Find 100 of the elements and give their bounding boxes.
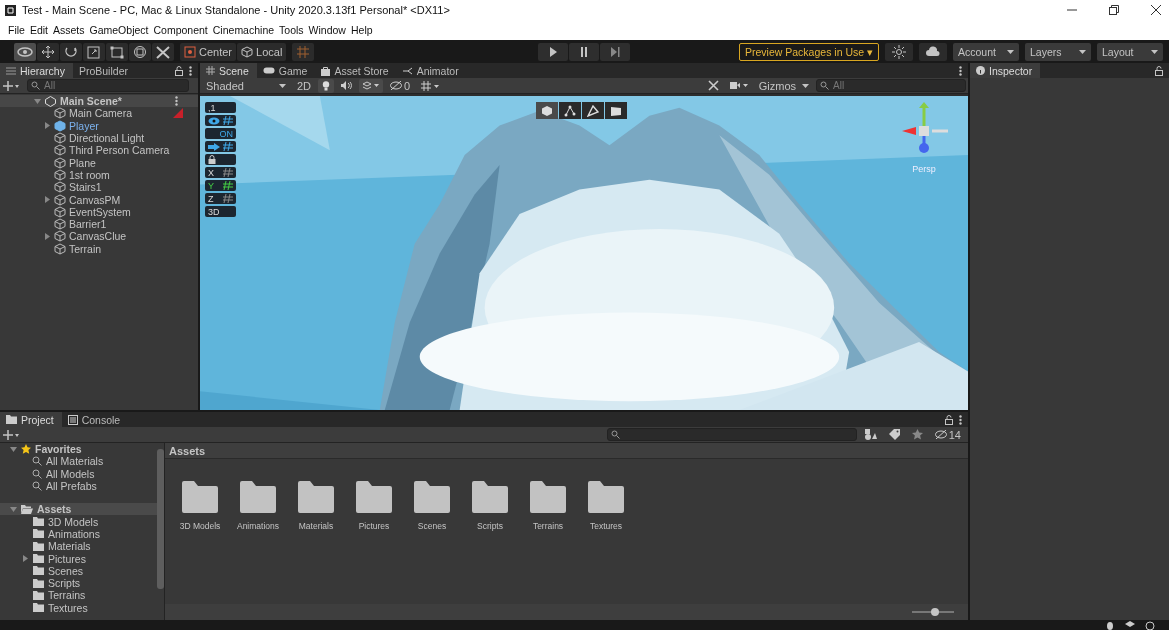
folder-item[interactable]: Scripts	[48, 577, 81, 590]
hierarchy-item[interactable]: CanvasPM	[69, 193, 121, 206]
folder-item[interactable]: Materials	[48, 540, 91, 553]
collapsed-arrow-icon[interactable]	[22, 555, 29, 562]
prefab-item[interactable]: Player	[69, 119, 99, 132]
lighting-button[interactable]	[318, 78, 335, 93]
pivot-button[interactable]: Center	[180, 42, 237, 61]
menu-item[interactable]: Help	[350, 24, 373, 36]
panel-tab[interactable]: ProBuilder	[72, 63, 136, 78]
menu-item[interactable]: Cinemachine	[212, 24, 275, 36]
edge-mode-button[interactable]	[582, 102, 604, 119]
overlay-axis-button[interactable]: Y	[205, 180, 236, 191]
more-icon[interactable]	[189, 65, 192, 76]
hierarchy-item[interactable]: Plane	[69, 156, 96, 169]
folder-item[interactable]: Pictures	[48, 552, 86, 565]
assets-row[interactable]: Assets	[0, 503, 157, 516]
scale-tool-button[interactable]	[83, 42, 105, 61]
move-tool-button[interactable]	[37, 42, 59, 61]
hierarchy-item[interactable]: Main Camera	[69, 107, 133, 120]
expanded-arrow-icon[interactable]	[10, 445, 17, 453]
overlay-eye-button[interactable]	[205, 115, 236, 126]
favorite-item[interactable]: All Materials	[46, 455, 104, 468]
gizmos-dropdown[interactable]: Gizmos	[754, 78, 813, 93]
search-field[interactable]	[606, 428, 857, 441]
more-icon[interactable]	[959, 414, 962, 425]
folder-item[interactable]: Animations	[48, 527, 100, 540]
panel-tab[interactable]: Project	[0, 412, 62, 427]
overlay-arrow-button[interactable]	[205, 141, 236, 152]
hierarchy-item[interactable]: Third Person Camera	[69, 144, 170, 157]
pivot-button[interactable]: Local	[237, 42, 287, 61]
overlay-axis-button[interactable]: Z	[205, 193, 236, 204]
play-button[interactable]	[538, 43, 568, 61]
folder-icon[interactable]	[240, 481, 276, 513]
face-mode-button[interactable]	[605, 102, 627, 119]
overlay-axis-button[interactable]: X	[205, 167, 236, 178]
maximize-icon[interactable]	[1109, 5, 1119, 15]
rect-tool-tool-button[interactable]	[106, 42, 128, 61]
hierarchy-item[interactable]: Terrain	[69, 242, 102, 255]
folder-item[interactable]: Terrains	[48, 589, 86, 602]
cube-mode-button[interactable]	[536, 102, 558, 119]
layers-dropdown[interactable]: Layers	[1025, 42, 1091, 61]
cloud-button[interactable]	[919, 42, 947, 61]
hierarchy-item[interactable]: EventSystem	[69, 205, 131, 218]
hierarchy-item[interactable]: Barrier1	[69, 218, 107, 231]
folder-item[interactable]: 3D Models	[48, 515, 99, 528]
panel-tab[interactable]: Game	[256, 63, 316, 78]
transform-tool-button[interactable]	[129, 42, 151, 61]
collab-button[interactable]	[885, 42, 913, 61]
tools-tool-button[interactable]	[152, 42, 174, 61]
lock-icon[interactable]	[1155, 65, 1163, 76]
collapsed-arrow-icon[interactable]	[44, 232, 51, 240]
close-icon[interactable]	[1151, 5, 1161, 15]
search-field[interactable]: All	[27, 79, 189, 92]
hierarchy-item[interactable]: Stairs1	[69, 181, 102, 194]
folder-icon[interactable]	[472, 481, 508, 513]
draw-mode-dropdown[interactable]: Shaded	[202, 78, 290, 93]
effects-button[interactable]	[359, 78, 384, 93]
panel-tab[interactable]: Asset Store	[315, 63, 397, 78]
layout-dropdown[interactable]: Layout	[1097, 42, 1163, 61]
menu-item[interactable]: File	[8, 24, 25, 36]
panel-tab[interactable]: Animator	[396, 63, 467, 78]
rotate-tool-button[interactable]	[60, 42, 82, 61]
menu-item[interactable]: Component	[153, 24, 208, 36]
mode-2d-button[interactable]: 2D	[293, 78, 316, 93]
breadcrumb[interactable]: Assets	[169, 444, 206, 457]
overlay-lock-button[interactable]	[205, 154, 236, 165]
favorite-item[interactable]: All Models	[46, 467, 95, 480]
account-dropdown[interactable]: Account	[953, 42, 1019, 61]
search-field[interactable]: All	[816, 79, 966, 92]
scene-row[interactable]: Main Scene*	[0, 95, 198, 108]
folder-icon[interactable]	[530, 481, 566, 513]
add-button[interactable]	[3, 78, 19, 93]
expanded-arrow-icon[interactable]	[10, 505, 17, 513]
collapsed-arrow-icon[interactable]	[44, 196, 51, 203]
collapsed-arrow-icon[interactable]	[44, 122, 51, 130]
folder-icon[interactable]	[298, 481, 334, 513]
pause-button[interactable]	[569, 43, 599, 61]
folder-icon[interactable]	[414, 481, 450, 513]
expanded-arrow-icon[interactable]	[34, 97, 41, 105]
menu-item[interactable]: GameObject	[89, 24, 149, 36]
eye-tool-button[interactable]	[14, 42, 36, 61]
folder-icon[interactable]	[356, 481, 392, 513]
favorites-header[interactable]: Favorites	[35, 443, 82, 456]
hidden-objects-button[interactable]: 0	[386, 78, 415, 93]
step-button[interactable]	[600, 43, 630, 61]
hierarchy-item[interactable]: CanvasClue	[69, 230, 127, 243]
more-icon[interactable]	[175, 96, 178, 107]
folder-icon[interactable]	[588, 481, 624, 513]
menu-item[interactable]: Edit	[29, 24, 48, 36]
overlay-snap-button[interactable]: ,1	[205, 102, 236, 113]
menu-item[interactable]: Tools	[279, 24, 304, 36]
overlay-view-button[interactable]: 3D	[205, 206, 236, 217]
panel-tab[interactable]: Inspector	[970, 63, 1041, 78]
lock-icon[interactable]	[175, 65, 183, 76]
favorite-item[interactable]: All Prefabs	[46, 480, 97, 493]
hierarchy-item[interactable]: Directional Light	[69, 132, 145, 145]
preview-packages-button[interactable]: Preview Packages in Use ▾	[739, 42, 879, 61]
folder-item[interactable]: Textures	[48, 601, 88, 614]
more-icon[interactable]	[959, 65, 962, 76]
lock-icon[interactable]	[945, 414, 953, 425]
